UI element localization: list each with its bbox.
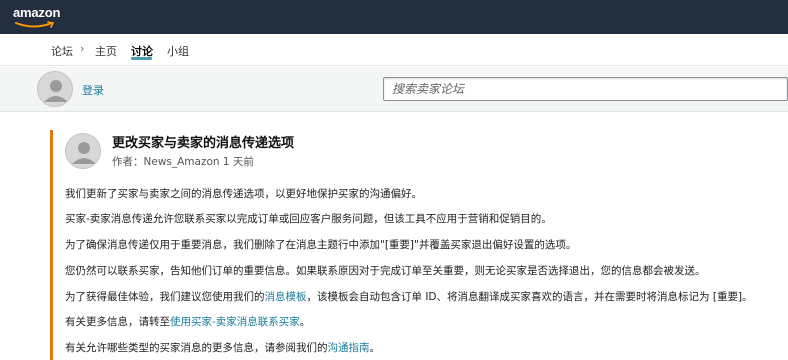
nav-item-forum[interactable]: 论坛 [51,43,73,59]
buyer-seller-messaging-link[interactable]: 使用买家-卖家消息联系买家 [170,316,300,328]
amazon-logo[interactable]: amazon [13,5,60,20]
post-paragraph: 为了获得最佳体验，我们建议您使用我们的消息模板，该模板会自动包含订单 ID、将消… [65,289,753,304]
paragraph-text: 为了获得最佳体验，我们建议您使用我们的 [65,291,265,303]
breadcrumb-separator: › [80,42,85,55]
paragraph-text: ，该模板会自动包含订单 ID、将消息翻译成买家喜欢的语言，并在需要时将消息标记为… [306,291,753,303]
paragraph-text: 。 [299,316,311,328]
nav-item-home[interactable]: 主页 [95,43,117,59]
search-input[interactable] [384,78,787,100]
breadcrumb-nav: 论坛 › 主页 讨论 小组 [0,34,788,66]
top-header-bar: amazon [0,0,788,34]
post-time: 1 天前 [222,156,254,168]
post-meta: 作者：News_Amazon 1 天前 [112,154,254,169]
paragraph-text: 。 [369,342,381,354]
post-paragraph: 有关更多信息，请转至使用买家-卖家消息联系买家。 [65,314,310,329]
login-link[interactable]: 登录 [82,82,104,98]
author-name[interactable]: News_Amazon [144,156,220,168]
post-accent-bar [50,130,53,360]
active-tab-indicator [131,57,152,60]
user-silhouette-icon [72,142,96,164]
post-paragraph: 有关允许哪些类型的买家消息的更多信息，请参阅我们的沟通指南。 [65,340,380,355]
user-bar: 登录 [0,67,788,112]
paragraph-text: 有关允许哪些类型的买家消息的更多信息，请参阅我们的 [65,342,328,354]
author-prefix: 作者： [112,156,144,168]
message-templates-link[interactable]: 消息模板 [265,291,307,303]
author-avatar[interactable] [65,133,101,169]
tab-groups[interactable]: 小组 [167,43,189,59]
amazon-smile-icon [15,21,55,28]
communication-guidelines-link[interactable]: 沟通指南 [328,342,370,354]
post-paragraph: 为了确保消息传递仅用于重要消息，我们删除了在消息主题行中添加"[重要]"并覆盖买… [65,239,577,251]
post-title[interactable]: 更改买家与卖家的消息传递选项 [112,132,294,151]
post-paragraph: 买家-卖家消息传递允许您联系买家以完成订单或回应客户服务问题，但该工具不应用于营… [65,213,552,225]
user-silhouette-icon [44,80,68,102]
post-paragraph: 我们更新了买家与卖家之间的消息传递选项，以更好地保护买家的沟通偏好。 [65,188,422,200]
search-box[interactable] [383,77,788,101]
paragraph-text: 有关更多信息，请转至 [65,316,170,328]
post-paragraph: 您仍然可以联系买家，告知他们订单的重要信息。如果联系原因对于完成订单至关重要，则… [65,265,706,277]
user-avatar[interactable] [37,71,73,107]
